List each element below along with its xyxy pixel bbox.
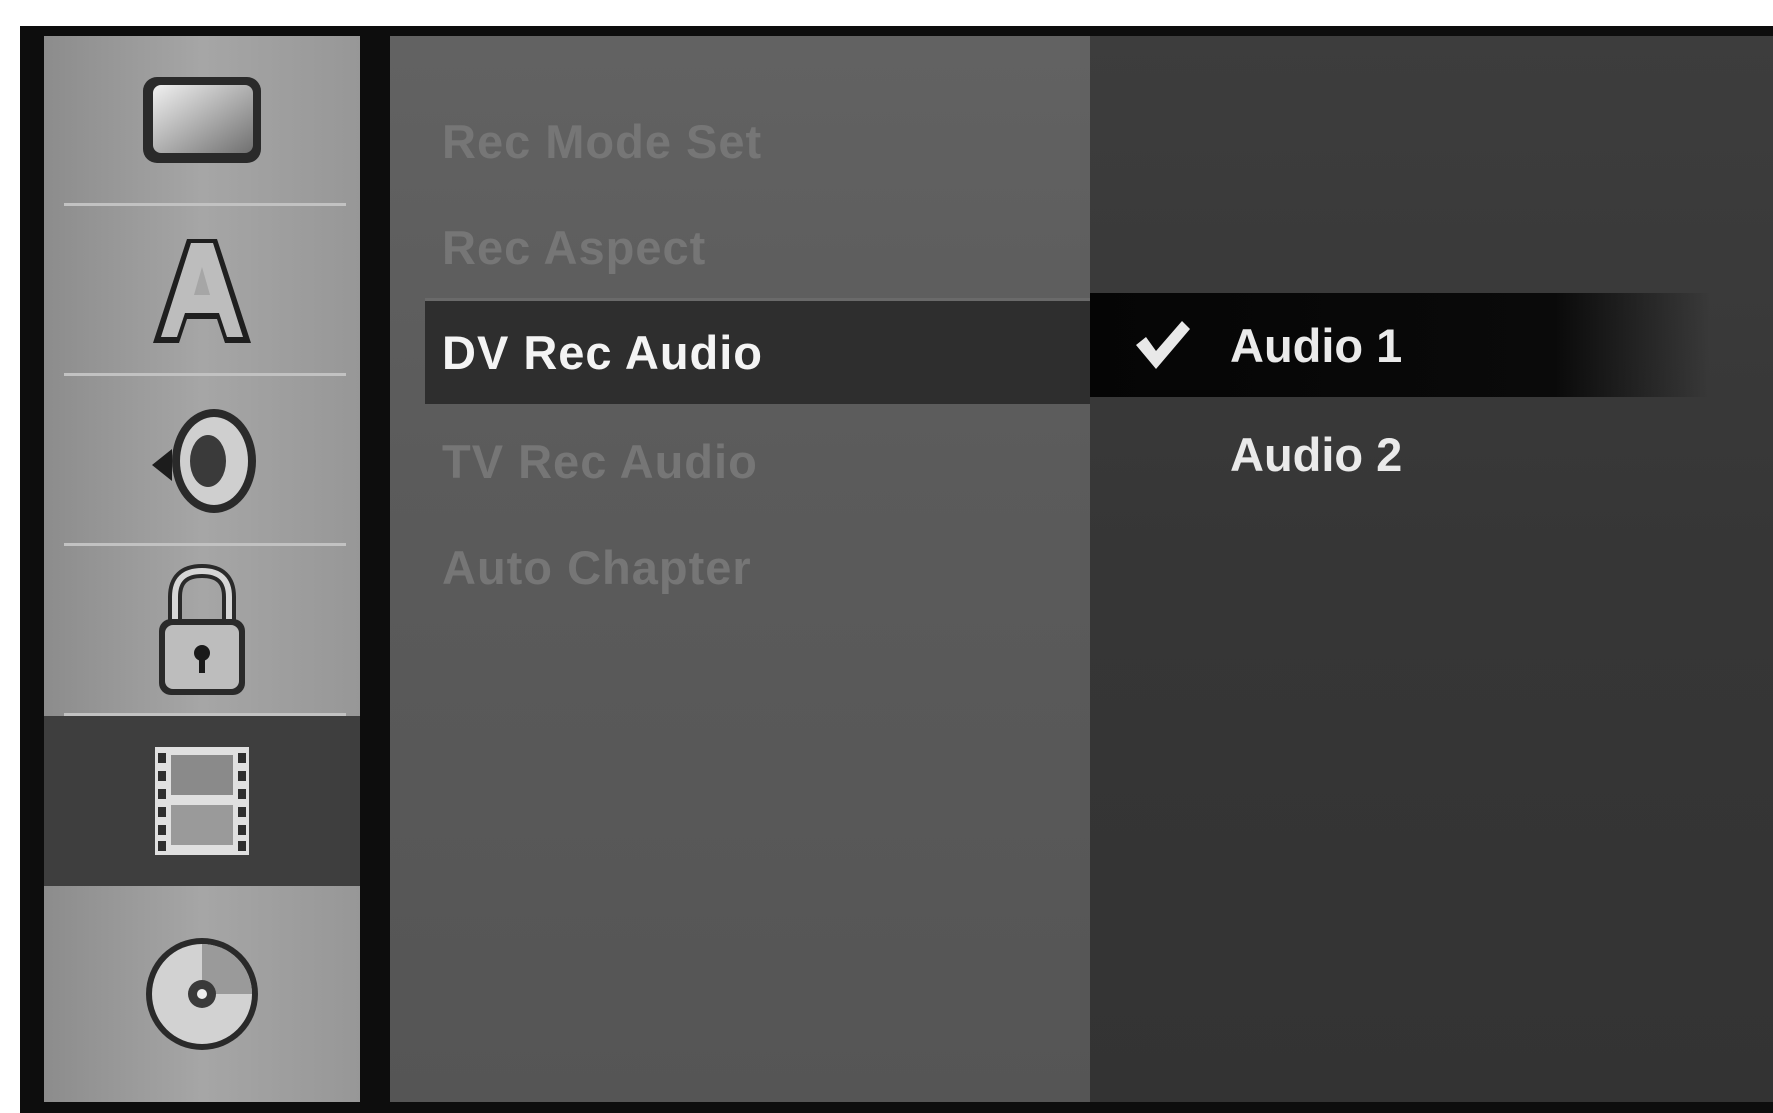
checkmark-icon [1132, 315, 1192, 375]
settings-menu: Rec Mode Set Rec Aspect DV Rec Audio TV … [390, 36, 1090, 1102]
sidebar-item-language[interactable] [44, 206, 360, 376]
menu-item-rec-mode-set[interactable]: Rec Mode Set [390, 88, 1090, 194]
disc-icon [142, 934, 262, 1054]
menu-item-dv-rec-audio[interactable]: DV Rec Audio [425, 298, 1090, 404]
menu-item-tv-rec-audio[interactable]: TV Rec Audio [390, 408, 1090, 514]
film-strip-icon [147, 741, 257, 861]
options-panel: Audio 1 Audio 2 [1090, 36, 1773, 1102]
lock-icon [147, 561, 257, 701]
sidebar-item-display[interactable] [44, 36, 360, 206]
language-a-icon [147, 231, 257, 351]
category-sidebar [44, 36, 360, 1102]
sidebar-item-lock[interactable] [44, 546, 360, 716]
menu-item-auto-chapter[interactable]: Auto Chapter [390, 514, 1090, 620]
sidebar-item-recording[interactable] [44, 716, 360, 886]
sidebar-item-audio[interactable] [44, 376, 360, 546]
option-audio-1[interactable]: Audio 1 [1090, 293, 1710, 397]
dvd-setup-screen: Rec Mode Set Rec Aspect DV Rec Audio TV … [20, 26, 1773, 1113]
sidebar-item-disc[interactable] [44, 886, 360, 1102]
menu-item-rec-aspect[interactable]: Rec Aspect [390, 194, 1090, 300]
tv-screen-icon [137, 71, 267, 171]
option-label: Audio 1 [1230, 318, 1403, 372]
option-audio-2[interactable]: Audio 2 [1090, 402, 1710, 506]
option-label: Audio 2 [1230, 427, 1403, 481]
speaker-icon [142, 401, 262, 521]
